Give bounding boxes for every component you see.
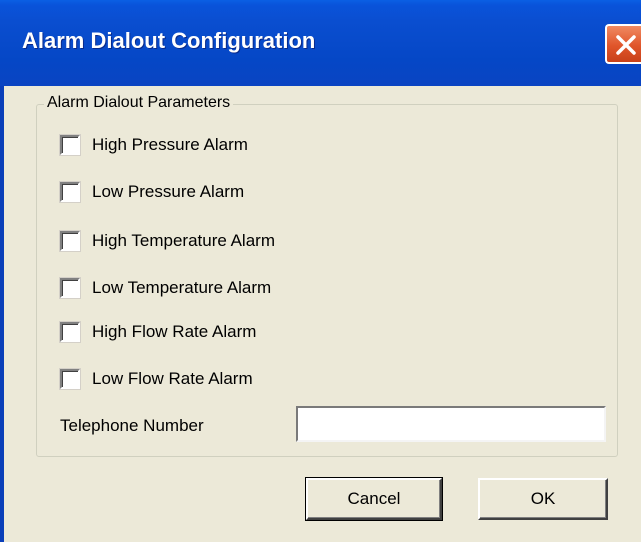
checkbox-label[interactable]: Low Flow Rate Alarm <box>92 369 253 389</box>
checkbox-high-pressure[interactable]: High Pressure Alarm <box>59 134 248 156</box>
close-button[interactable] <box>605 24 641 64</box>
alarm-dialout-dialog: Alarm Dialout Configuration Alarm Dialou… <box>0 0 641 542</box>
checkbox-box[interactable] <box>59 134 81 156</box>
checkbox-label[interactable]: Low Temperature Alarm <box>92 278 271 298</box>
checkbox-label[interactable]: High Pressure Alarm <box>92 135 248 155</box>
cancel-button[interactable]: Cancel <box>305 477 443 521</box>
telephone-number-input[interactable] <box>296 406 606 442</box>
group-label: Alarm Dialout Parameters <box>44 94 234 112</box>
checkbox-box[interactable] <box>59 321 81 343</box>
close-icon <box>616 35 636 55</box>
checkbox-box[interactable] <box>59 230 81 252</box>
checkbox-label[interactable]: Low Pressure Alarm <box>92 182 244 202</box>
window-left-border <box>0 86 4 542</box>
window-title: Alarm Dialout Configuration <box>22 28 316 53</box>
checkbox-label[interactable]: High Temperature Alarm <box>92 231 275 251</box>
checkbox-low-temperature[interactable]: Low Temperature Alarm <box>59 277 271 299</box>
ok-button[interactable]: OK <box>478 478 608 520</box>
telephone-number-label: Telephone Number <box>60 416 204 435</box>
checkbox-high-temperature[interactable]: High Temperature Alarm <box>59 230 275 252</box>
checkbox-box[interactable] <box>59 277 81 299</box>
checkbox-box[interactable] <box>59 368 81 390</box>
checkbox-low-pressure[interactable]: Low Pressure Alarm <box>59 181 244 203</box>
checkbox-box[interactable] <box>59 181 81 203</box>
title-bar[interactable]: Alarm Dialout Configuration <box>0 0 641 86</box>
checkbox-label[interactable]: High Flow Rate Alarm <box>92 322 256 342</box>
checkbox-low-flow-rate[interactable]: Low Flow Rate Alarm <box>59 368 253 390</box>
checkbox-high-flow-rate[interactable]: High Flow Rate Alarm <box>59 321 256 343</box>
